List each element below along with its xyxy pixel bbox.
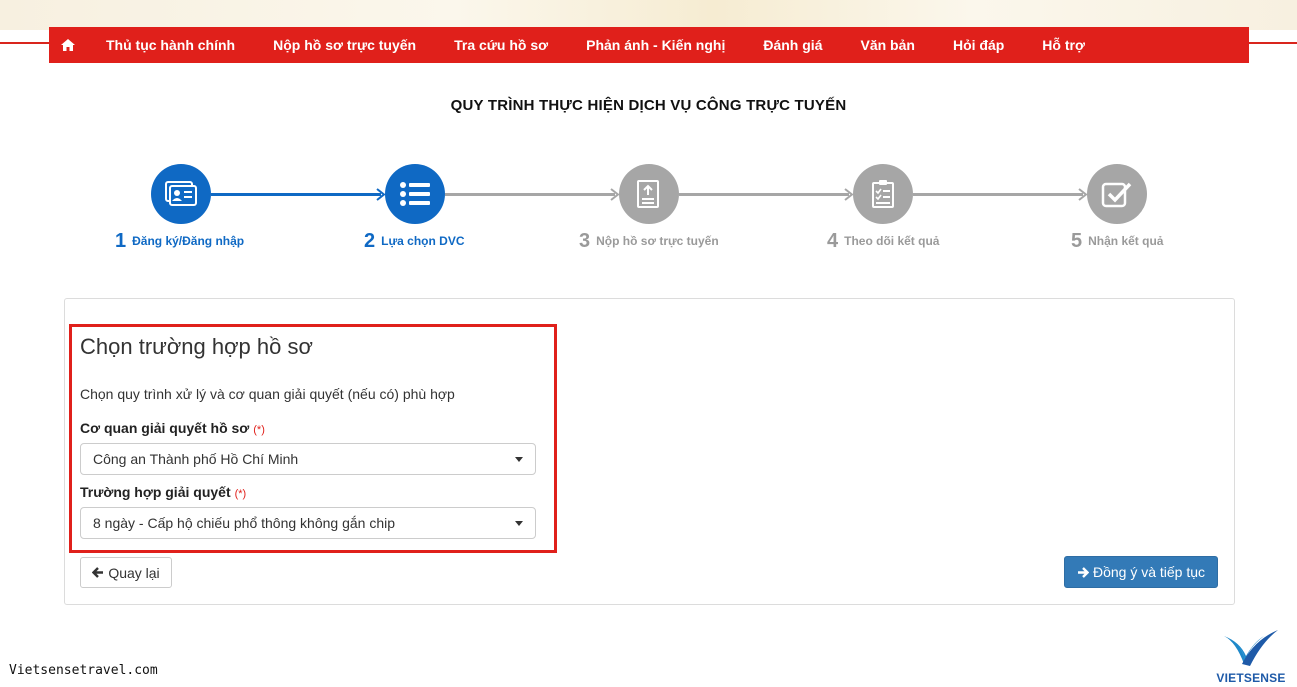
nav-item-tra-cuu-ho-so[interactable]: Tra cứu hồ sơ [435, 27, 567, 63]
case-select-value: 8 ngày - Cấp hộ chiếu phổ thông không gắ… [93, 515, 396, 531]
check-square-icon [1101, 182, 1132, 208]
step-2-circle [385, 164, 445, 224]
main-nav: Thủ tục hành chính Nộp hồ sơ trực tuyến … [49, 27, 1249, 63]
step-1-circle [151, 164, 211, 224]
step-2-number: 2 [364, 230, 376, 252]
page-title: QUY TRÌNH THỰC HIỆN DỊCH VỤ CÔNG TRỰC TU… [450, 97, 847, 114]
vietsense-logo: VIETSENSE [1214, 628, 1288, 686]
step-1-text: Đăng ký/Đăng nhập [132, 234, 245, 248]
nav-item-van-ban[interactable]: Văn bản [841, 27, 933, 63]
banner-line-right [1248, 42, 1297, 44]
agency-label: Cơ quan giải quyết hồ sơ (*) [80, 420, 265, 436]
form-description: Chọn quy trình xử lý và cơ quan giải quy… [80, 386, 455, 402]
nav-item-ho-tro[interactable]: Hỗ trợ [1023, 27, 1104, 63]
step-3-text: Nộp hồ sơ trực tuyến [596, 234, 719, 248]
case-select[interactable]: 8 ngày - Cấp hộ chiếu phổ thông không gắ… [80, 507, 536, 539]
step-4-number: 4 [827, 230, 839, 252]
step-4-label: 4 Theo dõi kết quả [827, 230, 939, 253]
agree-continue-label: Đồng ý và tiếp tục [1092, 564, 1206, 580]
logo-text: VIETSENSE [1216, 671, 1286, 685]
case-label-text: Trường hợp giải quyết [80, 484, 231, 500]
required-marker: (*) [234, 488, 247, 500]
nav-item-phan-anh-kien-nghi[interactable]: Phản ánh - Kiến nghị [567, 27, 744, 63]
step-4-text: Theo dõi kết quả [844, 234, 940, 248]
step-connector-4-5 [913, 193, 1083, 196]
step-connector-1-2 [211, 193, 381, 196]
vietsense-bird-icon [1224, 630, 1278, 666]
list-icon [400, 182, 430, 206]
required-marker: (*) [253, 424, 265, 436]
back-button[interactable]: Quay lại [80, 557, 172, 588]
step-2-label: 2 Lựa chọn DVC [364, 230, 465, 253]
step-3-circle [619, 164, 679, 224]
back-button-label: Quay lại [108, 564, 160, 581]
banner-line-left [0, 42, 50, 44]
agree-continue-button[interactable]: Đồng ý và tiếp tục [1064, 556, 1218, 588]
case-label: Trường hợp giải quyết (*) [80, 484, 246, 500]
arrow-right-icon [1077, 566, 1089, 578]
nav-item-danh-gia[interactable]: Đánh giá [744, 27, 841, 63]
id-card-icon [165, 181, 197, 206]
nav-item-nop-ho-so[interactable]: Nộp hồ sơ trực tuyến [254, 27, 435, 63]
nav-home[interactable] [49, 27, 87, 63]
caret-down-icon [515, 457, 523, 462]
step-5-text: Nhận kết quả [1088, 234, 1164, 248]
home-icon [61, 39, 75, 51]
process-steps: 1 Đăng ký/Đăng nhập 2 Lựa chọn DVC 3 Nộp hồ… [0, 160, 1297, 270]
agency-label-text: Cơ quan giải quyết hồ sơ [80, 420, 250, 436]
nav-item-thu-tuc-hanh-chinh[interactable]: Thủ tục hành chính [87, 27, 254, 63]
step-3-number: 3 [579, 230, 591, 252]
header-banner [0, 0, 1297, 30]
clipboard-list-icon [872, 180, 894, 208]
step-5-number: 5 [1071, 230, 1083, 252]
form-title: Chọn trường hợp hồ sơ [80, 334, 313, 359]
step-2-text: Lựa chọn DVC [381, 234, 465, 248]
arrow-left-icon [92, 567, 104, 578]
agency-select-value: Công an Thành phố Hồ Chí Minh [93, 451, 299, 467]
step-5-label: 5 Nhận kết quả [1071, 230, 1163, 253]
step-5-circle [1087, 164, 1147, 224]
file-upload-icon [637, 180, 659, 208]
agency-select[interactable]: Công an Thành phố Hồ Chí Minh [80, 443, 536, 475]
watermark-text: Vietsensetravel.com [9, 663, 158, 678]
step-1-number: 1 [115, 230, 127, 252]
step-3-label: 3 Nộp hồ sơ trực tuyến [579, 230, 719, 253]
nav-item-hoi-dap[interactable]: Hỏi đáp [934, 27, 1023, 63]
caret-down-icon [515, 521, 523, 526]
step-4-circle [853, 164, 913, 224]
step-connector-3-4 [679, 193, 849, 196]
step-connector-2-3 [445, 193, 615, 196]
step-1-label: 1 Đăng ký/Đăng nhập [115, 230, 244, 253]
